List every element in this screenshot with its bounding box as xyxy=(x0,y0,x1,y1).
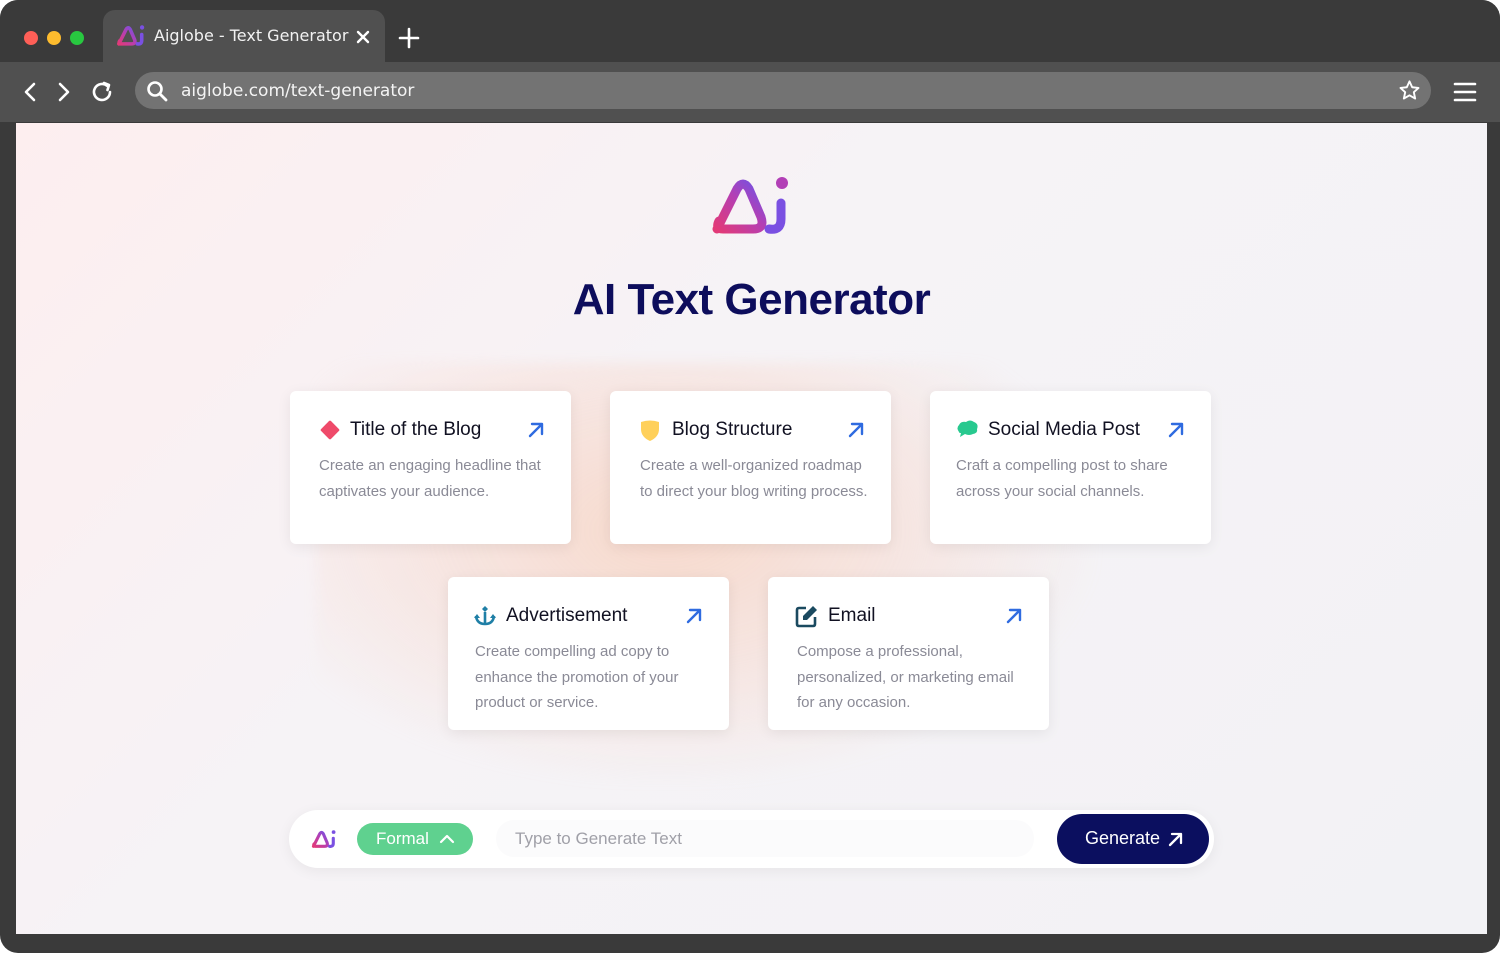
generate-button[interactable]: Generate xyxy=(1057,814,1209,864)
page-viewport: AI Text Generator Title of the Blog Crea… xyxy=(16,123,1487,934)
forward-icon[interactable] xyxy=(51,80,75,104)
minimize-window-button[interactable] xyxy=(47,31,61,45)
menu-icon[interactable] xyxy=(1453,81,1477,103)
card-title-of-the-blog[interactable]: Title of the Blog Create an engaging hea… xyxy=(290,391,571,544)
card-description: Compose a professional, personalized, or… xyxy=(797,643,1014,711)
bookmark-star-icon[interactable] xyxy=(1398,79,1421,102)
arrow-up-right-icon[interactable] xyxy=(684,606,704,626)
card-description: Create a well-organized roadmap to direc… xyxy=(640,457,868,500)
card-description: Create compelling ad copy to enhance the… xyxy=(475,643,679,711)
edit-icon xyxy=(795,606,817,628)
card-title: Blog Structure xyxy=(672,419,793,440)
aiglobe-logo-icon xyxy=(712,177,788,234)
arrow-up-right-icon[interactable] xyxy=(1166,420,1186,440)
new-tab-icon[interactable] xyxy=(398,27,420,49)
card-title: Title of the Blog xyxy=(350,419,482,440)
aiglobe-logo-icon xyxy=(311,830,336,848)
back-icon[interactable] xyxy=(19,80,43,104)
card-title: Social Media Post xyxy=(988,419,1141,440)
maximize-window-button[interactable] xyxy=(70,31,84,45)
url-text[interactable]: aiglobe.com/text-generator xyxy=(181,81,414,101)
card-description: Create an engaging headline that captiva… xyxy=(319,457,541,500)
card-title: Email xyxy=(828,605,876,626)
tab-title: Aiglobe - Text Generator xyxy=(154,26,349,45)
card-social-media-post[interactable]: Social Media Post Craft a compelling pos… xyxy=(930,391,1211,544)
reload-icon[interactable] xyxy=(90,80,114,104)
close-tab-icon[interactable] xyxy=(356,30,370,44)
diamond-icon xyxy=(320,420,340,440)
tab-bar: Aiglobe - Text Generator xyxy=(0,0,1500,62)
browser-toolbar: aiglobe.com/text-generator xyxy=(0,62,1500,122)
page-title: AI Text Generator xyxy=(572,275,931,324)
arrow-up-right-icon[interactable] xyxy=(1004,606,1024,626)
chevron-up-icon xyxy=(439,834,455,844)
browser-tab[interactable]: Aiglobe - Text Generator xyxy=(103,10,385,62)
chat-bubble-icon xyxy=(957,420,978,437)
shield-icon xyxy=(641,420,659,441)
card-description: Craft a compelling post to share across … xyxy=(956,457,1168,500)
aiglobe-logo-icon xyxy=(117,25,145,46)
arrow-up-right-icon xyxy=(1168,832,1183,847)
tone-label: Formal xyxy=(376,829,429,848)
address-bar[interactable]: aiglobe.com/text-generator xyxy=(135,72,1431,109)
anchor-icon xyxy=(474,606,496,626)
arrow-up-right-icon[interactable] xyxy=(846,420,866,440)
browser-window: Aiglobe - Text Generator aiglobe.com/tex… xyxy=(0,0,1500,953)
card-blog-structure[interactable]: Blog Structure Create a well-organized r… xyxy=(610,391,891,544)
arrow-up-right-icon[interactable] xyxy=(526,420,546,440)
card-title: Advertisement xyxy=(506,605,628,626)
card-email[interactable]: Email Compose a professional, personaliz… xyxy=(768,577,1049,730)
card-advertisement[interactable]: Advertisement Create compelling ad copy … xyxy=(448,577,729,730)
close-window-button[interactable] xyxy=(24,31,38,45)
tone-selector[interactable]: Formal xyxy=(357,823,473,855)
generate-label: Generate xyxy=(1085,828,1161,848)
prompt-input[interactable] xyxy=(496,820,1034,857)
search-icon xyxy=(147,81,168,102)
prompt-bar: Formal Generate xyxy=(289,810,1214,868)
